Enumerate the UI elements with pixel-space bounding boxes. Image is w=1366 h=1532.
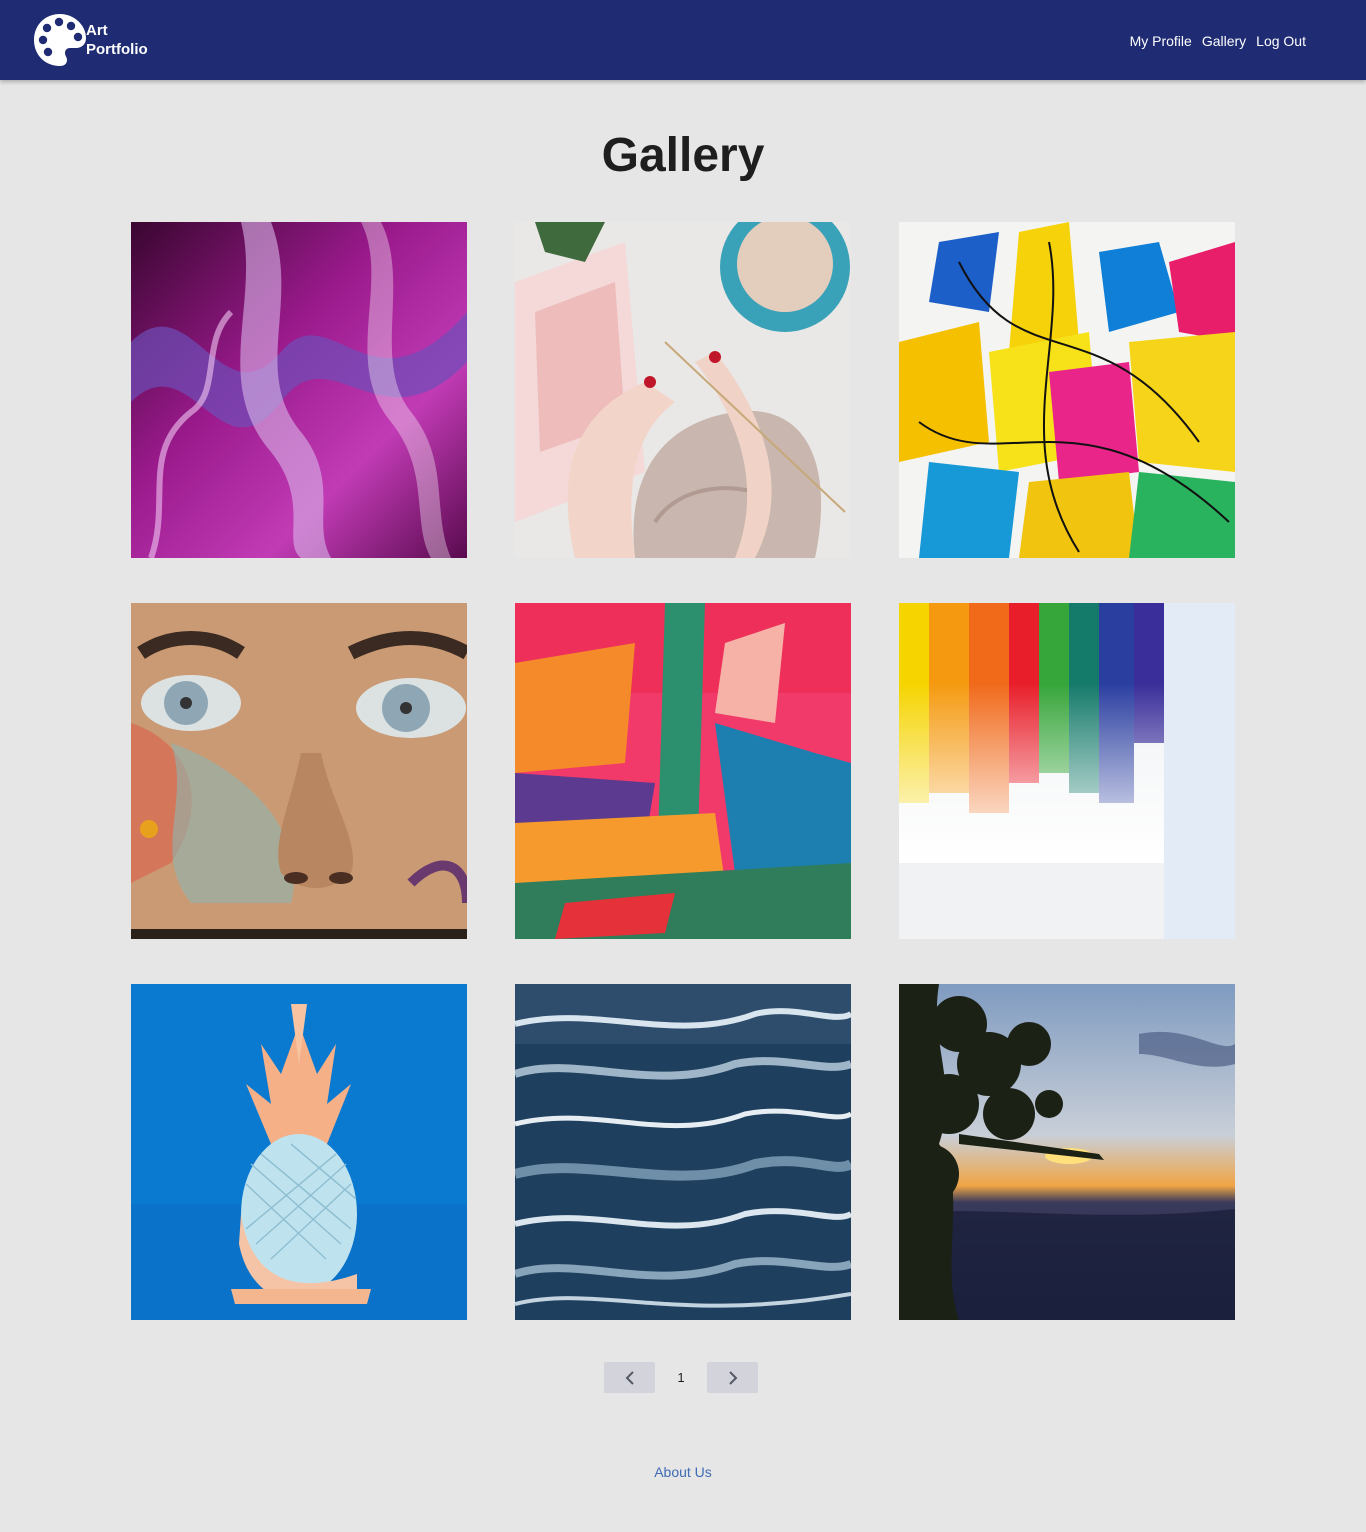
- nav-links: My Profile Gallery Log Out: [1130, 31, 1306, 51]
- footer: About Us: [0, 1464, 1366, 1482]
- gallery-image-face-mural[interactable]: [131, 603, 467, 939]
- abstract-splash-image: [899, 222, 1235, 558]
- nav-log-out-link[interactable]: Log Out: [1256, 31, 1306, 51]
- gallery-image-knitting[interactable]: [515, 222, 851, 558]
- face-mural-image: [131, 603, 467, 939]
- brand-logo-link[interactable]: Art Portfolio: [33, 13, 148, 67]
- purple-marble-image: [131, 222, 467, 558]
- brand-line-2: Portfolio: [86, 41, 148, 58]
- palette-icon: [34, 14, 86, 66]
- gallery-image-pineapple[interactable]: [131, 984, 467, 1320]
- gallery-image-abstract-strokes[interactable]: [515, 603, 851, 939]
- brand-line-1: Art: [86, 22, 108, 39]
- page-title: Gallery: [601, 129, 765, 182]
- knitting-image: [515, 222, 851, 558]
- rainbow-drips-image: [899, 603, 1235, 939]
- current-page-number: 1: [677, 1370, 685, 1385]
- abstract-strokes-image: [515, 603, 851, 939]
- canyon-sunset-image: [899, 984, 1235, 1320]
- gallery-image-canyon-sunset[interactable]: [899, 984, 1235, 1320]
- about-us-link[interactable]: About Us: [654, 1464, 712, 1480]
- gallery-image-rainbow-drips[interactable]: [899, 603, 1235, 939]
- gallery-image-abstract-splash[interactable]: [899, 222, 1235, 558]
- gallery-image-purple-marble[interactable]: [131, 222, 467, 558]
- previous-page-button[interactable]: [604, 1362, 655, 1393]
- gallery-image-ocean-waves[interactable]: [515, 984, 851, 1320]
- nav-my-profile-link[interactable]: My Profile: [1130, 31, 1192, 51]
- chevron-right-icon: [728, 1370, 737, 1385]
- pagination: 1: [604, 1362, 758, 1393]
- brand-text: Art Portfolio: [86, 21, 148, 59]
- pineapple-image: [131, 984, 467, 1320]
- nav-gallery-link[interactable]: Gallery: [1202, 31, 1246, 51]
- gallery-grid: [131, 222, 1235, 1320]
- ocean-waves-image: [515, 984, 851, 1320]
- navbar: Art Portfolio My Profile Gallery Log Out: [0, 0, 1366, 80]
- next-page-button[interactable]: [707, 1362, 758, 1393]
- chevron-left-icon: [625, 1370, 634, 1385]
